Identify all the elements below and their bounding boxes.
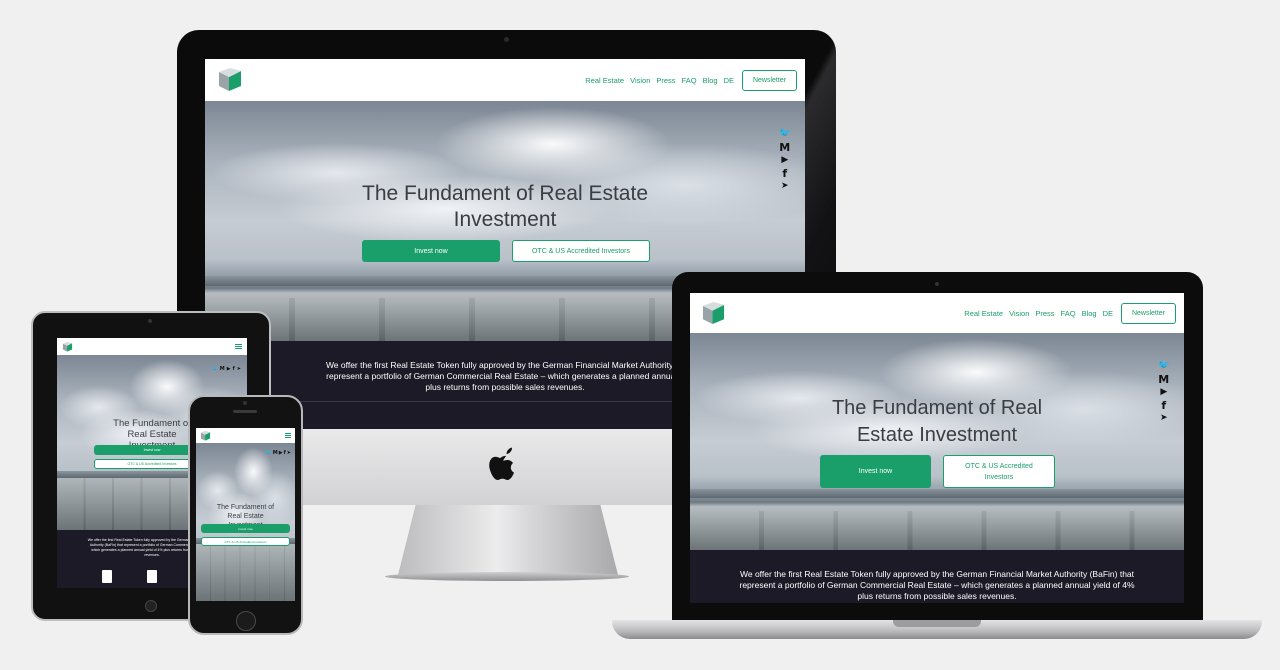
tablet-navbar [57,338,247,355]
hero-title: The Fundament of Real Estate Investment [690,395,1184,449]
nav-link-blog[interactable]: Blog [703,76,718,85]
nav-link-de[interactable]: DE [1103,309,1113,318]
otc-investors-button[interactable]: OTC & US Accredited Investors [943,455,1055,488]
youtube-icon[interactable]: ▶ [227,367,231,372]
nav-link-blog[interactable]: Blog [1082,309,1097,318]
laptop-website-screen: Real Estate Vision Press FAQ Blog DE New… [690,293,1184,603]
desktop-stand-neck [398,505,618,575]
otc-investors-button[interactable]: OTC & US Accredited Investors [201,537,290,546]
twitter-icon[interactable]: 🐦 [1158,361,1170,371]
social-icons: 🐦 M ▶ f ➤ [212,367,241,372]
laptop-camera [935,282,939,286]
nav-link-real-estate[interactable]: Real Estate [964,309,1003,318]
laptop-notch [893,620,981,627]
nav-link-press[interactable]: Press [656,76,675,85]
nav-link-faq[interactable]: FAQ [682,76,697,85]
intro-text-line-1: We offer the first Real Estate Token ful… [739,569,1135,579]
desktop-navbar: Real Estate Vision Press FAQ Blog DE New… [205,59,805,101]
medium-icon[interactable]: M [220,367,225,372]
twitter-icon[interactable]: 🐦 [266,451,272,456]
brand-logo-icon[interactable] [62,341,73,352]
hero-title-line-1: The Fundament of Real [831,397,1043,419]
phone-camera [243,401,247,405]
invest-now-button[interactable]: Invest now [201,524,290,533]
nav-link-real-estate[interactable]: Real Estate [585,76,624,85]
invest-now-button[interactable]: Invest now [362,240,500,262]
nav-link-press[interactable]: Press [1035,309,1054,318]
city-skyline [690,489,1184,498]
nav-link-vision[interactable]: Vision [630,76,650,85]
youtube-icon[interactable]: ▶ [781,156,788,165]
phone-home-button [236,611,256,631]
phone-hero: 🐦 M ▶ f ➤ The Fundament of Real Estate I… [196,443,295,601]
social-icons: 🐦 M ▶ f ➤ [266,451,291,456]
nav-link-de[interactable]: DE [724,76,734,85]
laptop-hero: 🐦 M ▶ f ➤ The Fundament of Real Estate I… [690,333,1184,550]
telegram-icon[interactable]: ➤ [237,367,241,372]
menu-hamburger-icon[interactable] [285,433,291,438]
intro-text-line-3: plus returns from possible sales revenue… [857,591,1017,601]
medium-icon[interactable]: M [273,451,278,456]
document-icon[interactable] [102,570,112,583]
apple-logo-icon [489,447,514,480]
laptop-nav-links: Real Estate Vision Press FAQ Blog DE New… [964,302,1176,324]
intro-text-line-2: represent a portfolio of German Commerci… [739,580,1135,590]
facebook-icon[interactable]: f [782,168,787,179]
facebook-icon[interactable]: f [233,367,235,372]
otc-investors-button[interactable]: OTC & US Accredited Investors [512,240,650,262]
twitter-icon[interactable]: 🐦 [212,367,218,372]
tablet-home-button [145,600,157,612]
desktop-stand-foot [385,572,629,581]
phone-navbar [196,428,295,443]
brand-logo-icon[interactable] [200,430,211,441]
nav-link-vision[interactable]: Vision [1009,309,1029,318]
newsletter-button[interactable]: Newsletter [1121,302,1176,324]
medium-icon[interactable]: M [779,142,790,153]
newsletter-button[interactable]: Newsletter [742,69,797,91]
hero-title-line-1: The Fundament of Real Estate [362,182,648,205]
rooftop-floor [690,510,1184,550]
menu-hamburger-icon[interactable] [235,344,242,349]
phone-website-screen: 🐦 M ▶ f ➤ The Fundament of Real Estate I… [196,428,295,601]
intro-divider [285,401,725,402]
desktop-camera [504,37,509,42]
document-icon[interactable] [147,570,157,583]
hero-title: The Fundament of Real Estate Investment [205,181,805,233]
brand-logo-icon[interactable] [217,68,243,92]
desktop-nav-links: Real Estate Vision Press FAQ Blog DE New… [585,69,797,91]
brand-logo-icon[interactable] [701,301,726,325]
nav-link-faq[interactable]: FAQ [1061,309,1076,318]
tablet-camera [148,319,152,323]
facebook-icon[interactable]: f [284,451,286,456]
responsive-mockup-stage: Real Estate Vision Press FAQ Blog DE New… [0,0,1280,670]
hero-title-line-2: Investment [453,208,557,231]
laptop-navbar: Real Estate Vision Press FAQ Blog DE New… [690,293,1184,333]
intro-section: We offer the first Real Estate Token ful… [690,550,1184,603]
medium-icon[interactable]: M [1158,374,1169,385]
rooftop-floor [196,544,295,601]
youtube-icon[interactable]: ▶ [279,451,283,456]
hero-title-line-2: Estate Investment [856,424,1018,446]
phone-speaker [233,410,257,413]
twitter-icon[interactable]: 🐦 [779,129,791,139]
telegram-icon[interactable]: ➤ [287,451,291,456]
invest-now-button[interactable]: Invest now [820,455,931,488]
